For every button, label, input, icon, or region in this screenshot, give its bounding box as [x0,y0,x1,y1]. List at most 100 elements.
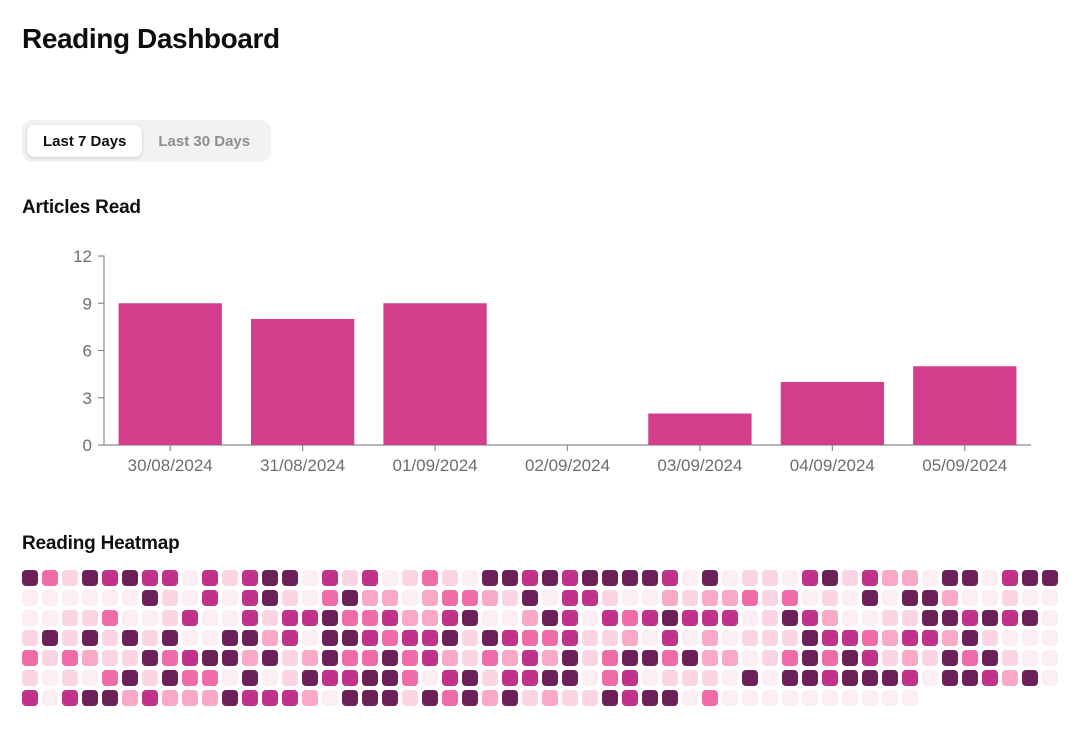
heatmap-cell[interactable] [702,670,718,686]
heatmap-cell[interactable] [162,630,178,646]
heatmap-cell[interactable] [582,670,598,686]
heatmap-cell[interactable] [442,670,458,686]
heatmap-cell[interactable] [1022,650,1038,666]
heatmap-cell[interactable] [682,610,698,626]
heatmap-cell[interactable] [722,670,738,686]
heatmap-cell[interactable] [942,570,958,586]
heatmap-cell[interactable] [642,570,658,586]
heatmap-cell[interactable] [142,570,158,586]
heatmap-cell[interactable] [282,630,298,646]
bar[interactable] [118,303,222,445]
heatmap-cell[interactable] [842,670,858,686]
heatmap-cell[interactable] [682,670,698,686]
heatmap-cell[interactable] [202,630,218,646]
heatmap-cell[interactable] [802,690,818,706]
heatmap-cell[interactable] [782,610,798,626]
heatmap-cell[interactable] [682,690,698,706]
heatmap-cell[interactable] [582,590,598,606]
heatmap-cell[interactable] [422,570,438,586]
heatmap-cell[interactable] [222,670,238,686]
heatmap-cell[interactable] [462,670,478,686]
heatmap-cell[interactable] [462,650,478,666]
heatmap-cell[interactable] [902,610,918,626]
heatmap-cell[interactable] [622,610,638,626]
heatmap-cell[interactable] [242,630,258,646]
heatmap-cell[interactable] [162,650,178,666]
heatmap-cell[interactable] [522,590,538,606]
heatmap-cell[interactable] [282,650,298,666]
heatmap-cell[interactable] [62,570,78,586]
heatmap-cell[interactable] [102,690,118,706]
heatmap-cell[interactable] [522,630,538,646]
heatmap-cell[interactable] [722,630,738,646]
heatmap-cell[interactable] [162,590,178,606]
heatmap-cell[interactable] [102,630,118,646]
heatmap-cell[interactable] [82,650,98,666]
heatmap-cell[interactable] [962,610,978,626]
heatmap-cell[interactable] [242,670,258,686]
heatmap-cell[interactable] [222,630,238,646]
heatmap-cell[interactable] [762,630,778,646]
heatmap-cell[interactable] [502,570,518,586]
heatmap-cell[interactable] [202,650,218,666]
heatmap-cell[interactable] [822,690,838,706]
heatmap-cell[interactable] [382,630,398,646]
heatmap-cell[interactable] [382,650,398,666]
heatmap-cell[interactable] [302,570,318,586]
heatmap-cell[interactable] [882,630,898,646]
heatmap-cell[interactable] [902,650,918,666]
heatmap-cell[interactable] [242,690,258,706]
heatmap-cell[interactable] [922,610,938,626]
heatmap-cell[interactable] [522,690,538,706]
heatmap-cell[interactable] [202,670,218,686]
heatmap-cell[interactable] [1022,670,1038,686]
heatmap-cell[interactable] [822,650,838,666]
heatmap-cell[interactable] [762,590,778,606]
heatmap-cell[interactable] [482,670,498,686]
heatmap-cell[interactable] [82,690,98,706]
heatmap-cell[interactable] [222,570,238,586]
heatmap-cell[interactable] [342,630,358,646]
heatmap-cell[interactable] [362,630,378,646]
heatmap-cell[interactable] [102,670,118,686]
heatmap-cell[interactable] [122,630,138,646]
heatmap-cell[interactable] [742,630,758,646]
heatmap-cell[interactable] [602,630,618,646]
heatmap-cell[interactable] [662,590,678,606]
heatmap-cell[interactable] [282,670,298,686]
heatmap-cell[interactable] [662,610,678,626]
heatmap-cell[interactable] [142,670,158,686]
heatmap-cell[interactable] [722,690,738,706]
heatmap-cell[interactable] [362,650,378,666]
heatmap-cell[interactable] [662,630,678,646]
heatmap-cell[interactable] [482,610,498,626]
heatmap-cell[interactable] [502,630,518,646]
heatmap-cell[interactable] [422,590,438,606]
heatmap-cell[interactable] [382,690,398,706]
heatmap-cell[interactable] [222,590,238,606]
heatmap-cell[interactable] [1042,610,1058,626]
heatmap-cell[interactable] [442,650,458,666]
heatmap-cell[interactable] [562,570,578,586]
heatmap-cell[interactable] [482,590,498,606]
heatmap-cell[interactable] [302,650,318,666]
heatmap-cell[interactable] [802,590,818,606]
heatmap-cell[interactable] [862,630,878,646]
heatmap-cell[interactable] [982,610,998,626]
heatmap-cell[interactable] [982,570,998,586]
heatmap-cell[interactable] [542,630,558,646]
heatmap-cell[interactable] [182,650,198,666]
heatmap-cell[interactable] [22,690,38,706]
heatmap-cell[interactable] [182,590,198,606]
heatmap-cell[interactable] [542,690,558,706]
heatmap-cell[interactable] [182,670,198,686]
heatmap-cell[interactable] [822,670,838,686]
range-tab-last-30-days[interactable]: Last 30 Days [142,125,266,157]
heatmap-cell[interactable] [502,590,518,606]
heatmap-cell[interactable] [982,590,998,606]
heatmap-cell[interactable] [542,650,558,666]
heatmap-cell[interactable] [682,590,698,606]
heatmap-cell[interactable] [422,690,438,706]
heatmap-cell[interactable] [42,610,58,626]
heatmap-cell[interactable] [702,650,718,666]
